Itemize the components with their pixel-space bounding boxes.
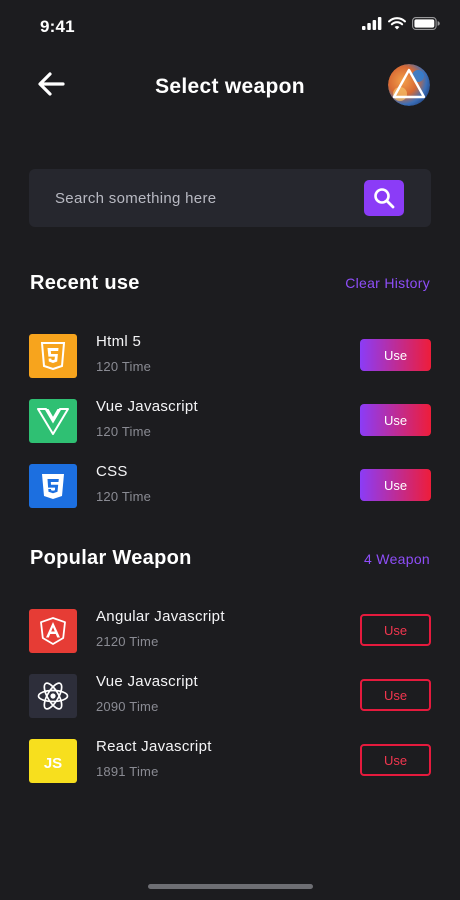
react-atom-icon xyxy=(29,674,77,718)
svg-text:JS: JS xyxy=(44,755,62,772)
home-indicator xyxy=(148,884,313,889)
use-button[interactable]: Use xyxy=(360,469,431,501)
recent-item-vue: Vue Javascript 120 Time Use xyxy=(29,397,431,445)
signal-icon xyxy=(362,17,382,30)
popular-item-vue: Vue Javascript 2090 Time Use xyxy=(29,672,431,720)
avatar[interactable] xyxy=(388,64,430,106)
popular-section-title: Popular Weapon xyxy=(30,547,192,569)
item-usage-count: 1891 Time xyxy=(96,764,159,779)
item-name: Vue Javascript xyxy=(96,398,199,415)
recent-item-html5: Html 5 120 Time Use xyxy=(29,332,431,380)
clear-history-link[interactable]: Clear History xyxy=(345,275,430,291)
item-usage-count: 2090 Time xyxy=(96,699,159,714)
use-button[interactable]: Use xyxy=(360,679,431,711)
search-button[interactable] xyxy=(364,180,404,216)
status-icons xyxy=(362,17,440,30)
battery-icon xyxy=(412,17,440,30)
item-name: CSS xyxy=(96,463,128,480)
search-input[interactable] xyxy=(55,169,355,227)
use-button[interactable]: Use xyxy=(360,614,431,646)
status-time: 9:41 xyxy=(40,17,75,36)
item-usage-count: 120 Time xyxy=(96,359,152,374)
wifi-icon xyxy=(388,17,406,30)
html5-icon xyxy=(29,334,77,378)
item-usage-count: 120 Time xyxy=(96,489,152,504)
item-name: React Javascript xyxy=(96,738,212,755)
item-name: Vue Javascript xyxy=(96,673,199,690)
use-button[interactable]: Use xyxy=(360,339,431,371)
angular-icon xyxy=(29,609,77,653)
item-usage-count: 2120 Time xyxy=(96,634,159,649)
weapon-count-link[interactable]: 4 Weapon xyxy=(364,551,430,567)
popular-item-angular: Angular Javascript 2120 Time Use xyxy=(29,607,431,655)
recent-section-title: Recent use xyxy=(30,272,140,294)
item-name: Angular Javascript xyxy=(96,608,225,625)
css3-icon xyxy=(29,464,77,508)
javascript-icon: JS xyxy=(29,739,77,783)
use-button[interactable]: Use xyxy=(360,744,431,776)
search-bar xyxy=(29,169,431,227)
recent-item-css: CSS 120 Time Use xyxy=(29,462,431,510)
vue-icon xyxy=(29,399,77,443)
search-icon xyxy=(374,188,395,209)
item-name: Html 5 xyxy=(96,333,142,350)
popular-item-react: JS React Javascript 1891 Time Use xyxy=(29,737,431,785)
use-button[interactable]: Use xyxy=(360,404,431,436)
item-usage-count: 120 Time xyxy=(96,424,152,439)
